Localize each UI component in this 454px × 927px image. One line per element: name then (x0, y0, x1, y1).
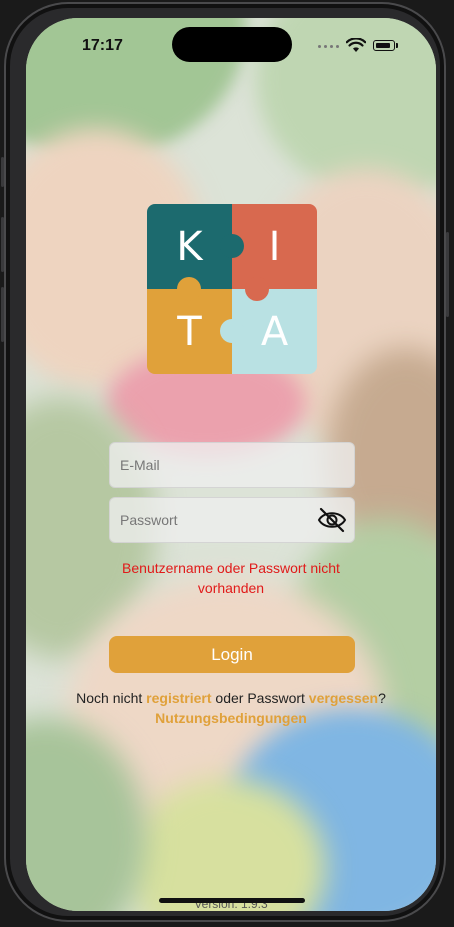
or-password-text: oder Passwort (215, 690, 305, 706)
status-time: 17:17 (82, 37, 123, 54)
register-forgot-line: Noch nicht registriert oder Passwort ver… (26, 688, 436, 708)
forgot-password-link[interactable]: vergessen (309, 690, 378, 706)
kita-logo: K I T A (147, 204, 317, 374)
register-link[interactable]: registriert (146, 690, 211, 706)
question-mark-text: ? (378, 690, 386, 706)
login-button[interactable]: Login (109, 636, 355, 673)
login-error-message: Benutzername oder Passwort nicht vorhand… (122, 560, 340, 596)
terms-link[interactable]: Nutzungsbedingungen (155, 710, 307, 726)
dynamic-island (172, 27, 292, 62)
logo-tile-i: I (232, 204, 317, 289)
logo-tile-a: A (232, 289, 317, 374)
cellular-signal-icon (318, 45, 339, 48)
app-screen: 17:17 K I T A E-Mail Benutzername oder P… (26, 18, 436, 911)
not-registered-text: Noch nicht (76, 690, 143, 706)
hide-password-eye-icon[interactable] (316, 505, 348, 535)
power-button (446, 232, 449, 317)
email-input[interactable] (110, 443, 354, 487)
home-indicator (159, 898, 305, 903)
wifi-icon (346, 38, 366, 52)
battery-icon (373, 40, 395, 51)
email-field-container (109, 442, 355, 488)
auth-links: Noch nicht registriert oder Passwort ver… (26, 688, 436, 728)
mute-switch (1, 157, 4, 187)
volume-up-button (1, 217, 4, 272)
volume-down-button (1, 287, 4, 342)
phone-frame: 17:17 K I T A E-Mail Benutzername oder P… (1, 2, 449, 922)
status-bar: 17:17 (26, 18, 436, 68)
password-field-container (109, 497, 355, 543)
